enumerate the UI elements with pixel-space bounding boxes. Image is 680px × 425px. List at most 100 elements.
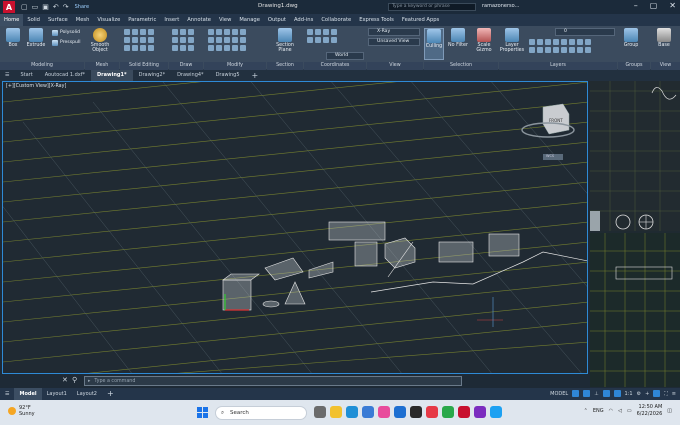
tab-express-tools[interactable]: Express Tools <box>355 14 398 26</box>
tab-mesh[interactable]: Mesh <box>72 14 94 26</box>
new-tab-plus-icon[interactable]: + <box>246 70 265 81</box>
layer-dropdown[interactable]: 0 <box>555 28 615 36</box>
layer-delete-icon[interactable] <box>561 47 567 53</box>
layer-isolate-icon[interactable] <box>537 39 543 45</box>
file-tab-aoutocad-1[interactable]: Aoutocad 1.dxf* <box>39 70 91 81</box>
clock[interactable]: 12:50 AM 6/22/2026 <box>637 404 663 418</box>
ucs-view-icon[interactable] <box>331 29 337 35</box>
move-icon[interactable] <box>208 29 214 35</box>
user-account[interactable]: ramazonerso... <box>482 3 519 9</box>
tab-visualize[interactable]: Visualize <box>93 14 124 26</box>
rectangle-icon[interactable] <box>180 37 186 43</box>
autocad-taskbar-icon[interactable] <box>458 406 470 418</box>
layer-unlock-icon[interactable] <box>545 47 551 53</box>
rotate-icon[interactable] <box>216 29 222 35</box>
section-plane-button[interactable]: Section Plane <box>272 28 298 53</box>
layer-walk-icon[interactable] <box>585 39 591 45</box>
imprint-icon[interactable] <box>132 45 138 51</box>
layer-freeze-icon[interactable] <box>545 39 551 45</box>
extract-edges-icon[interactable] <box>124 45 130 51</box>
copy-icon[interactable] <box>232 29 238 35</box>
minimize-icon[interactable]: – <box>634 1 638 10</box>
fullscreen-icon[interactable]: ⛶ <box>664 391 668 397</box>
wifi-icon[interactable]: ◠ <box>609 408 613 414</box>
layer-previous-icon[interactable] <box>569 39 575 45</box>
mail-icon[interactable] <box>394 406 406 418</box>
osnap-toggle-icon[interactable] <box>613 390 621 397</box>
offset-icon[interactable] <box>216 45 222 51</box>
start-button-icon[interactable] <box>197 407 208 418</box>
spline-icon[interactable] <box>180 45 186 51</box>
share-button[interactable]: Share <box>75 4 89 10</box>
layout-menu-icon[interactable]: ☰ <box>0 388 14 400</box>
maximize-icon[interactable]: ▢ <box>650 1 658 10</box>
tab-add-ins[interactable]: Add-ins <box>290 14 317 26</box>
volume-icon[interactable]: ◁ <box>618 408 622 414</box>
fillet-icon[interactable] <box>208 37 214 43</box>
arc-icon[interactable] <box>172 37 178 43</box>
file-tab-drawing1[interactable]: Drawing1* <box>91 70 133 81</box>
ucs-y-icon[interactable] <box>315 37 321 43</box>
command-line[interactable]: ▸ Type a command <box>84 376 462 386</box>
annotation-scale[interactable]: 1:1 <box>625 391 633 397</box>
taper-face-icon[interactable] <box>148 45 154 51</box>
customize-menu-icon[interactable]: ≡ <box>672 391 676 397</box>
layer-on-icon[interactable] <box>529 47 535 53</box>
presspull-button[interactable]: Presspull <box>52 39 80 46</box>
tab-manage[interactable]: Manage <box>235 14 264 26</box>
layer-merge-icon[interactable] <box>569 47 575 53</box>
polysolid-button[interactable]: Polysolid <box>52 29 80 36</box>
shell-icon[interactable] <box>140 37 146 43</box>
extrude-button[interactable]: Extrude <box>25 28 47 48</box>
weather-widget[interactable]: 92°F Sunny <box>8 405 35 417</box>
ucs-3point-icon[interactable] <box>323 29 329 35</box>
undo-icon[interactable]: ↶ <box>53 3 59 11</box>
tab-annotate[interactable]: Annotate <box>183 14 215 26</box>
layer-copy-icon[interactable] <box>585 47 591 53</box>
layout-tab-layout2[interactable]: Layout2 <box>72 388 102 400</box>
chamfer-edge-icon[interactable] <box>132 37 138 43</box>
no-filter-button[interactable]: No Filter <box>446 28 470 48</box>
polyline-icon[interactable] <box>180 29 186 35</box>
plus-icon[interactable]: + <box>645 391 649 397</box>
mirror-icon[interactable] <box>240 29 246 35</box>
open-file-icon[interactable]: ▭ <box>32 3 39 11</box>
polar-toggle-icon[interactable] <box>602 390 610 397</box>
grid-toggle-icon[interactable] <box>572 390 580 397</box>
layout-tab-model[interactable]: Model <box>14 388 42 400</box>
ortho-toggle-icon[interactable]: ⊥ <box>594 391 598 397</box>
save-icon[interactable]: ▣ <box>42 3 49 11</box>
erase-icon[interactable] <box>240 37 246 43</box>
file-tab-start[interactable]: Start <box>14 70 38 81</box>
layer-thaw-icon[interactable] <box>537 47 543 53</box>
file-tab-drawing2[interactable]: Drawing2* <box>133 70 171 81</box>
viewport-controls-label[interactable]: [+][Custom View][X-Ray] <box>6 84 66 89</box>
photos-icon[interactable] <box>378 406 390 418</box>
scale-icon[interactable] <box>224 37 230 43</box>
align-icon[interactable] <box>224 45 230 51</box>
wcs-menu[interactable]: WCS <box>546 154 554 158</box>
layer-current-icon[interactable] <box>553 47 559 53</box>
main-viewport[interactable]: [+][Custom View][X-Ray] FRONT WCS <box>2 81 588 374</box>
ucs-face-icon[interactable] <box>331 37 337 43</box>
trim-icon[interactable] <box>224 29 230 35</box>
ucs-world-dropdown[interactable]: World <box>326 52 364 60</box>
telegram-icon[interactable] <box>490 406 502 418</box>
snap-toggle-icon[interactable] <box>583 390 591 397</box>
fillet-edge-icon[interactable] <box>124 37 130 43</box>
break-icon[interactable] <box>240 45 246 51</box>
circle-icon[interactable] <box>188 29 194 35</box>
side-viewport[interactable] <box>590 81 680 387</box>
ellipse-icon[interactable] <box>172 45 178 51</box>
tab-surface[interactable]: Surface <box>44 14 72 26</box>
culling-button[interactable]: Culling <box>424 28 444 60</box>
battery-icon[interactable]: ▭ <box>627 408 632 414</box>
stretch-icon[interactable] <box>216 37 222 43</box>
scale-gizmo-button[interactable]: Scale Gizmo <box>472 28 496 53</box>
chrome-icon[interactable] <box>442 406 454 418</box>
slice-icon[interactable] <box>148 29 154 35</box>
side-viewport-canvas[interactable] <box>590 81 680 387</box>
named-view-dropdown[interactable]: Unsaved View <box>368 38 420 46</box>
file-tab-drawing4[interactable]: Drawing4* <box>171 70 209 81</box>
layer-state-icon[interactable] <box>577 47 583 53</box>
